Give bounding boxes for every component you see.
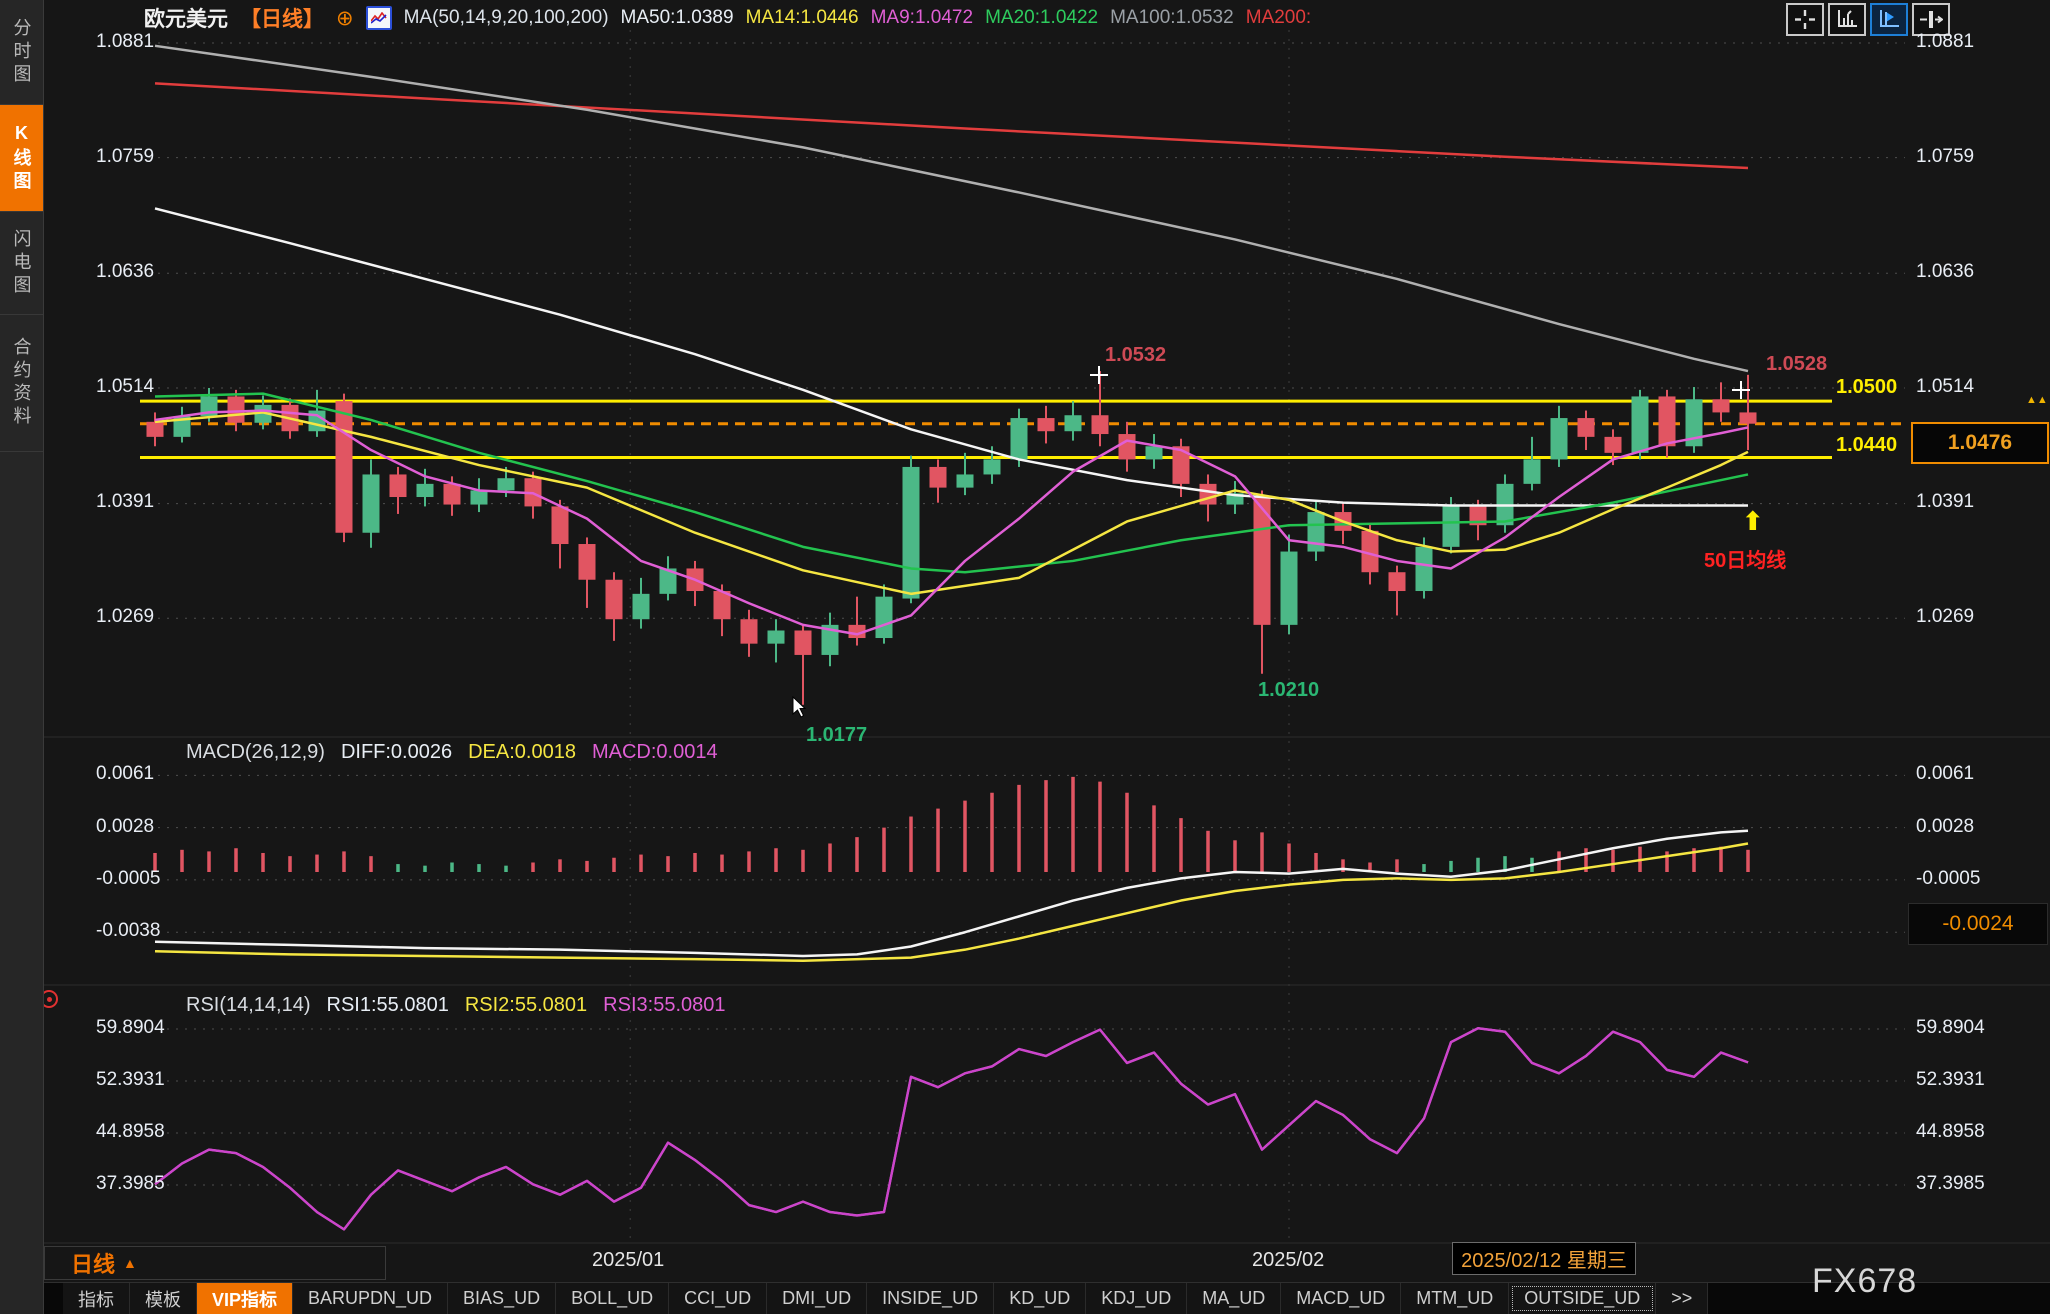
move-icon[interactable]: [1786, 3, 1824, 36]
macd-macd-value: MACD:0.0014: [592, 741, 718, 764]
xaxis-month-label: 2025/01: [592, 1249, 664, 1272]
tab-inside-ud[interactable]: INSIDE_UD: [867, 1283, 994, 1314]
axis-macd-label: -0.0005: [1916, 868, 1980, 890]
annotation-low-1: 1.0177: [806, 724, 867, 747]
tab-boll-ud[interactable]: BOLL_UD: [556, 1283, 669, 1314]
rsi1-value: RSI1:55.0801: [327, 994, 449, 1017]
axis-rsi-label: 37.3985: [1916, 1173, 1985, 1195]
axis-price-label: 1.0636: [1916, 261, 1974, 283]
axis-price-label: 1.0514: [96, 376, 154, 398]
ma50-value: MA50:1.0389: [621, 7, 734, 29]
indicator-tabbar: 指标 模板 VIP指标 BARUPDN_UD BIAS_UD BOLL_UD C…: [43, 1282, 2050, 1314]
symbol-title: 欧元美元: [144, 3, 228, 33]
xaxis-month-label: 2025/02: [1252, 1249, 1324, 1272]
tab-vip-indicators[interactable]: VIP指标: [197, 1283, 293, 1314]
ma-settings: MA(50,14,9,20,100,200): [404, 7, 609, 29]
sidebar-item-contract-info[interactable]: 合约资料: [0, 315, 43, 452]
ma50-note: 50日均线: [1704, 544, 1786, 573]
axis-price-label: 1.0759: [1916, 146, 1974, 168]
magnet-icon[interactable]: ⊕: [336, 6, 354, 31]
axis-rsi-label: 37.3985: [96, 1173, 165, 1195]
tab-cci-ud[interactable]: CCI_UD: [669, 1283, 767, 1314]
axis-price-label: 1.0881: [1916, 31, 1974, 53]
tab-kd-ud[interactable]: KD_UD: [994, 1283, 1086, 1314]
macd-diff-value: DIFF:0.0026: [341, 741, 452, 764]
rsi-header: RSI(14,14,14) RSI1:55.0801 RSI2:55.0801 …: [186, 994, 726, 1017]
axis-bars-icon[interactable]: [1828, 3, 1866, 36]
annotation-high-2: 1.0528: [1766, 353, 1827, 376]
tab-outside-ud[interactable]: OUTSIDE_UD: [1509, 1283, 1656, 1314]
timeframe-selector[interactable]: 日线 ▲: [44, 1246, 386, 1280]
tab-barupdn-ud[interactable]: BARUPDN_UD: [293, 1283, 448, 1314]
watermark: FX678: [1812, 1262, 1917, 1301]
sidebar-item-label: K线图: [9, 123, 35, 194]
ma14-value: MA14:1.0446: [746, 7, 859, 29]
annotation-level-upper: 1.0500: [1836, 376, 1897, 399]
ma50-pointer-icon: ⬆: [1742, 506, 1764, 537]
scroll-latest-icon[interactable]: ▲▲: [2026, 396, 2040, 405]
tab-bias-ud[interactable]: BIAS_UD: [448, 1283, 556, 1314]
axis-price-label: 1.0269: [1916, 606, 1974, 628]
axis-price-label: 1.0391: [1916, 491, 1974, 513]
chart-canvas[interactable]: [0, 0, 2050, 1314]
timeframe-label: 日线: [71, 1247, 115, 1279]
rsi2-value: RSI2:55.0801: [465, 994, 587, 1017]
sidebar-item-label: 闪电图: [9, 229, 35, 298]
macd-name: MACD(26,12,9): [186, 741, 325, 764]
tab-templates[interactable]: 模板: [130, 1283, 197, 1314]
tab-mtm-ud[interactable]: MTM_UD: [1401, 1283, 1509, 1314]
sidebar-item-kline[interactable]: K线图: [0, 105, 43, 212]
axis-price-label: 1.0759: [96, 146, 154, 168]
tab-kdj-ud[interactable]: KDJ_UD: [1086, 1283, 1187, 1314]
macd-last-value-box: -0.0024: [1908, 903, 2048, 945]
axis-macd-label: -0.0005: [96, 868, 160, 890]
annotation-high-1: 1.0532: [1105, 344, 1166, 367]
axis-rsi-label: 44.8958: [1916, 1121, 1985, 1143]
sidebar: 分时图 K线图 闪电图 合约资料: [0, 0, 44, 1314]
axis-price-label: 1.0881: [96, 31, 154, 53]
ma20-value: MA20:1.0422: [985, 7, 1098, 29]
axis-rsi-label: 44.8958: [96, 1121, 165, 1143]
tab-ma-ud[interactable]: MA_UD: [1187, 1283, 1281, 1314]
axis-macd-label: 0.0061: [1916, 763, 1974, 785]
cursor-date-box: 2025/02/12 星期三: [1452, 1242, 1636, 1275]
ma9-value: MA9:1.0472: [871, 7, 973, 29]
last-price-box: 1.0476: [1911, 422, 2049, 464]
timeframe-tag: 【日线】: [240, 3, 324, 33]
axis-price-label: 1.0269: [96, 606, 154, 628]
axis-macd-label: 0.0028: [1916, 816, 1974, 838]
axis-macd-label: 0.0028: [96, 816, 154, 838]
ma100-value: MA100:1.0532: [1110, 7, 1234, 29]
sidebar-item-flashchart[interactable]: 闪电图: [0, 212, 43, 315]
axis-rsi-label: 52.3931: [96, 1069, 165, 1091]
rsi-name: RSI(14,14,14): [186, 994, 311, 1017]
tab-macd-ud[interactable]: MACD_UD: [1281, 1283, 1401, 1314]
annotation-level-lower: 1.0440: [1836, 434, 1897, 457]
axis-flag-icon[interactable]: [1870, 3, 1908, 36]
tab-more[interactable]: >>: [1656, 1283, 1708, 1314]
sidebar-item-timechart[interactable]: 分时图: [0, 0, 43, 105]
tab-dmi-ud[interactable]: DMI_UD: [767, 1283, 867, 1314]
sidebar-item-label: 分时图: [9, 18, 35, 87]
indicator-chart-icon[interactable]: [366, 6, 392, 30]
sidebar-item-label: 合约资料: [9, 337, 35, 429]
axis-price-label: 1.0391: [96, 491, 154, 513]
axis-rsi-label: 59.8904: [1916, 1017, 1985, 1039]
macd-dea-value: DEA:0.0018: [468, 741, 576, 764]
macd-header: MACD(26,12,9) DIFF:0.0026 DEA:0.0018 MAC…: [186, 741, 718, 764]
ma200-value: MA200:: [1246, 7, 1311, 29]
axis-rsi-label: 52.3931: [1916, 1069, 1985, 1091]
trading-app: { "header": { "symbol": "欧元美元", "timefra…: [0, 0, 2050, 1314]
axis-rsi-label: 59.8904: [96, 1017, 165, 1039]
annotation-low-2: 1.0210: [1258, 679, 1319, 702]
axis-macd-label: -0.0038: [96, 920, 160, 942]
axis-macd-label: 0.0061: [96, 763, 154, 785]
chart-header: 欧元美元 【日线】 ⊕ MA(50,14,9,20,100,200) MA50:…: [144, 3, 1311, 33]
tab-indicators[interactable]: 指标: [63, 1283, 130, 1314]
axis-price-label: 1.0636: [96, 261, 154, 283]
axis-price-label: 1.0514: [1916, 376, 1974, 398]
rsi3-value: RSI3:55.0801: [603, 994, 725, 1017]
caret-up-icon: ▲: [123, 1255, 137, 1271]
